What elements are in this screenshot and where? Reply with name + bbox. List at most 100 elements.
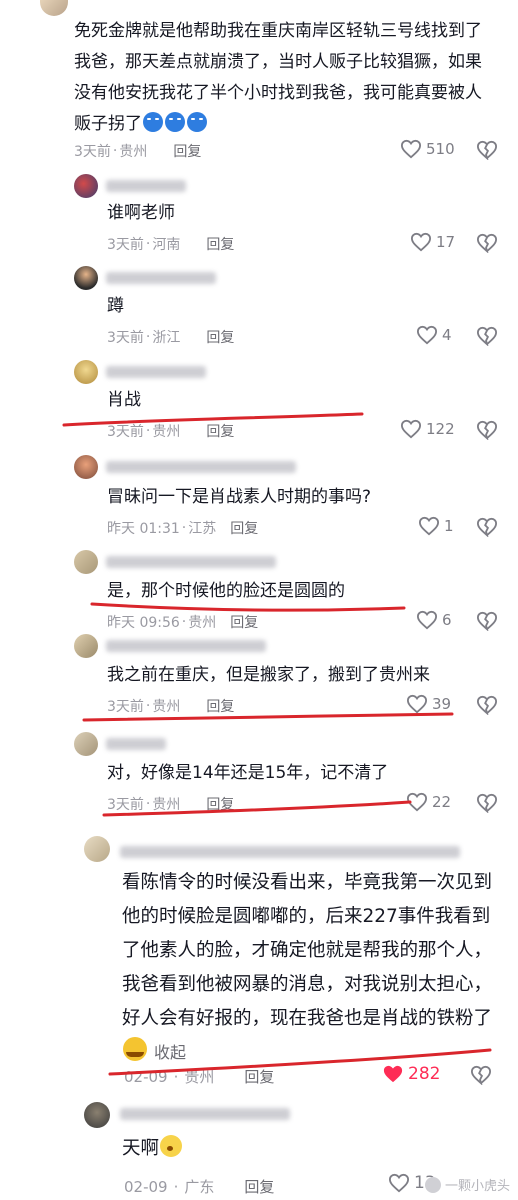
like-button[interactable]: 4 — [416, 325, 452, 345]
heart-outline-icon — [410, 232, 432, 252]
like-button[interactable]: 510 — [400, 139, 455, 159]
comment-text: 对，好像是14年还是15年，记不清了 — [107, 763, 389, 783]
like-count: 1 — [444, 517, 454, 535]
comment-text: 蹲 — [107, 296, 124, 316]
separator: · — [112, 143, 118, 159]
comment-time: 3天前 — [107, 699, 144, 715]
comment-meta: 昨天 09:56 · 贵州 回复 — [107, 612, 258, 632]
like-button[interactable]: 22 — [406, 792, 451, 812]
crying-emoji-icon — [165, 112, 185, 132]
avatar[interactable] — [84, 836, 110, 862]
comment-meta: 3天前 · 浙江 回复 — [107, 327, 234, 347]
comment-time: 3天前 — [107, 237, 144, 253]
avatar[interactable] — [74, 174, 98, 198]
comment-text: 看陈情令的时候没看出来，毕竟我第一次见到他的时候脸是圆嘟嘟的，后来227事件我看… — [122, 872, 493, 1062]
reply-button[interactable]: 回复 — [206, 421, 234, 441]
reply-button[interactable]: 回复 — [230, 518, 258, 538]
comment-location: 贵州 — [119, 144, 148, 160]
like-button[interactable]: 1 — [418, 516, 454, 536]
comment-meta: 3天前 · 贵州 回复 — [107, 696, 234, 716]
avatar[interactable] — [74, 732, 98, 756]
avatar[interactable] — [74, 360, 98, 384]
avatar[interactable] — [40, 0, 68, 16]
broken-heart-icon[interactable] — [476, 517, 498, 537]
username-blurred[interactable] — [106, 272, 216, 284]
separator: · — [173, 1067, 179, 1086]
reply-button[interactable]: 回复 — [206, 696, 234, 716]
heart-outline-icon — [400, 419, 422, 439]
comment-time: 昨天 01:31 — [107, 521, 180, 537]
comment-meta: 02-09 · 广东 回复 — [124, 1176, 274, 1197]
separator: · — [181, 520, 187, 536]
like-count: 39 — [432, 695, 452, 713]
like-button[interactable]: 282 — [382, 1064, 440, 1084]
comment-location: 广东 — [184, 1178, 215, 1196]
comment-text: 肖战 — [107, 390, 141, 410]
comment-location: 贵州 — [188, 615, 217, 631]
separator: · — [181, 614, 187, 630]
crying-emoji-icon — [187, 112, 207, 132]
like-button[interactable]: 122 — [400, 419, 455, 439]
username-blurred[interactable] — [106, 461, 296, 473]
username-blurred[interactable] — [106, 180, 186, 192]
separator: · — [145, 423, 151, 439]
like-count: 17 — [436, 233, 456, 251]
reply-button[interactable]: 回复 — [206, 234, 234, 254]
heart-outline-icon — [406, 792, 428, 812]
comment-location: 河南 — [152, 237, 181, 253]
heart-outline-icon — [416, 610, 438, 630]
heart-outline-icon — [400, 139, 422, 159]
broken-heart-icon[interactable] — [470, 1065, 492, 1085]
comment-time: 3天前 — [107, 330, 144, 346]
avatar[interactable] — [74, 634, 98, 658]
reply-button[interactable]: 回复 — [173, 141, 201, 161]
username-blurred[interactable] — [120, 1108, 290, 1120]
broken-heart-icon[interactable] — [476, 695, 498, 715]
comment-text: 谁啊老师 — [107, 203, 175, 223]
broken-heart-icon[interactable] — [476, 233, 498, 253]
reply-button[interactable]: 回复 — [244, 1066, 274, 1087]
username-blurred[interactable] — [120, 846, 460, 858]
like-button[interactable]: 17 — [410, 232, 455, 252]
reply-button[interactable]: 回复 — [206, 327, 234, 347]
username-blurred[interactable] — [106, 640, 266, 652]
collapse-button[interactable]: 收起 — [154, 1043, 186, 1062]
separator: · — [145, 329, 151, 345]
avatar[interactable] — [74, 550, 98, 574]
like-count: 6 — [442, 611, 452, 629]
comment-time: 3天前 — [74, 144, 111, 160]
comment-time: 3天前 — [107, 797, 144, 813]
broken-heart-icon[interactable] — [476, 420, 498, 440]
broken-heart-icon[interactable] — [476, 326, 498, 346]
like-count: 510 — [426, 140, 455, 158]
broken-heart-icon[interactable] — [476, 140, 498, 160]
like-button[interactable]: 39 — [406, 694, 451, 714]
comment-location: 贵州 — [152, 797, 181, 813]
broken-heart-icon[interactable] — [476, 793, 498, 813]
username-blurred[interactable] — [106, 366, 206, 378]
pleading-face-emoji-icon — [160, 1135, 183, 1157]
like-count: 282 — [408, 1064, 441, 1084]
comment-location: 贵州 — [184, 1068, 215, 1086]
username-blurred[interactable] — [106, 556, 276, 568]
heart-outline-icon — [416, 325, 438, 345]
broken-heart-icon[interactable] — [476, 611, 498, 631]
comment-text: 我之前在重庆，但是搬家了，搬到了贵州来 — [107, 665, 430, 685]
avatar[interactable] — [74, 455, 98, 479]
comment-text: 免死金牌就是他帮助我在重庆南岸区轻轨三号线找到了我爸，那天差点就崩溃了，当时人贩… — [74, 21, 482, 134]
avatar[interactable] — [84, 1102, 110, 1128]
reply-button[interactable]: 回复 — [244, 1176, 274, 1197]
comment-time: 昨天 09:56 — [107, 615, 180, 631]
reply-button[interactable]: 回复 — [230, 612, 258, 632]
separator: · — [145, 236, 151, 252]
avatar[interactable] — [74, 266, 98, 290]
comment-location: 贵州 — [152, 424, 181, 440]
reply-button[interactable]: 回复 — [206, 794, 234, 814]
username-blurred[interactable] — [106, 738, 166, 750]
separator: · — [173, 1177, 179, 1196]
like-count: 22 — [432, 793, 452, 811]
comment-time: 02-09 — [124, 1067, 168, 1086]
comment-meta: 02-09 · 贵州 回复 — [124, 1066, 274, 1087]
comment-meta: 昨天 01:31 · 江苏 回复 — [107, 518, 258, 538]
like-button[interactable]: 6 — [416, 610, 452, 630]
